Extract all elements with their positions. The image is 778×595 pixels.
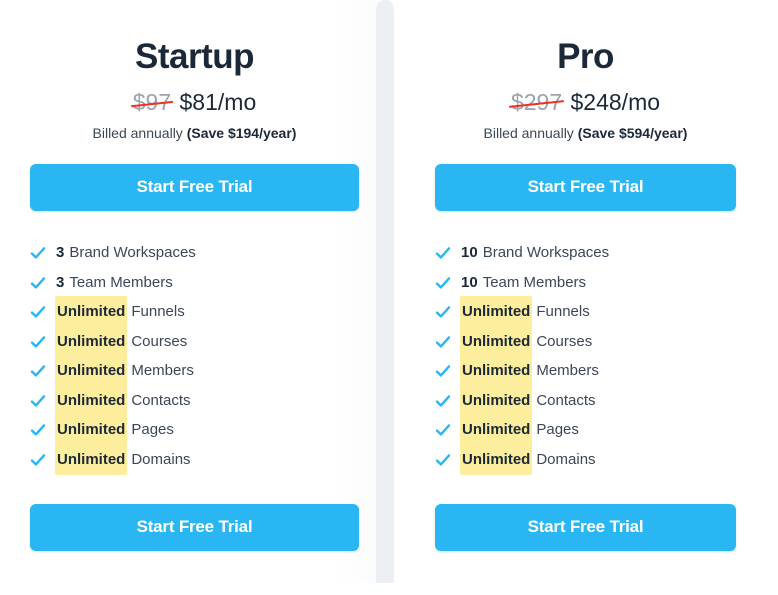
list-item: Unlimited Contacts	[435, 385, 736, 416]
feature-quantity: 10	[461, 273, 478, 291]
plan-name: Pro	[557, 37, 614, 76]
billed-annually-text: Billed annually	[483, 124, 574, 141]
feature-quantity: 3	[56, 244, 65, 262]
billed-annually-text: Billed annually	[92, 124, 183, 141]
plan-columns: Startup $97 $81/mo Billed annually (Save…	[0, 0, 778, 595]
feature-label: Team Members	[69, 273, 173, 291]
current-price: $81/mo	[179, 89, 257, 116]
plan-card-startup: Startup $97 $81/mo Billed annually (Save…	[0, 0, 389, 595]
start-free-trial-button-bottom[interactable]: Start Free Trial	[30, 504, 359, 551]
feature-label: Courses	[536, 332, 593, 350]
feature-label: Members	[536, 362, 599, 380]
feature-label: Contacts	[131, 391, 191, 409]
feature-quantity: Unlimited	[461, 356, 532, 386]
feature-quantity: Unlimited	[461, 297, 532, 327]
savings-text: (Save $194/year)	[186, 124, 297, 141]
list-item: Unlimited Pages	[435, 415, 736, 445]
feature-quantity: Unlimited	[56, 444, 127, 475]
list-item: Unlimited Pages	[30, 415, 359, 445]
feature-label: Contacts	[536, 391, 596, 409]
check-icon	[30, 452, 46, 468]
list-item: Unlimited Funnels	[30, 297, 359, 327]
feature-quantity: Unlimited	[56, 356, 127, 386]
feature-quantity: Unlimited	[56, 326, 127, 357]
feature-quantity: Unlimited	[461, 326, 532, 357]
feature-list: 10 Brand Workspaces 10 Team Members Unli…	[435, 238, 736, 475]
feature-quantity: Unlimited	[56, 415, 127, 445]
feature-label: Brand Workspaces	[482, 244, 610, 262]
check-icon	[30, 245, 46, 261]
check-icon	[30, 304, 46, 320]
bottom-cta-container: Start Free Trial	[435, 504, 736, 595]
start-free-trial-button-top[interactable]: Start Free Trial	[435, 164, 736, 212]
list-item: Unlimited Funnels	[435, 297, 736, 327]
list-item: 10 Brand Workspaces	[435, 238, 736, 268]
check-icon	[435, 275, 451, 291]
original-price: $97	[130, 89, 174, 116]
check-icon	[30, 275, 46, 291]
savings-text: (Save $594/year)	[577, 124, 688, 141]
feature-label: Pages	[131, 421, 174, 439]
list-item: Unlimited Domains	[30, 444, 359, 475]
billing-note: Billed annually (Save $594/year)	[435, 125, 736, 142]
check-icon	[435, 393, 451, 409]
feature-quantity: Unlimited	[56, 385, 127, 416]
check-icon	[435, 452, 451, 468]
check-icon	[435, 363, 451, 379]
feature-label: Team Members	[482, 273, 587, 291]
check-icon	[435, 334, 451, 350]
list-item: Unlimited Courses	[30, 326, 359, 357]
start-free-trial-button-bottom[interactable]: Start Free Trial	[435, 504, 736, 551]
list-item: 3 Brand Workspaces	[30, 238, 359, 268]
original-price: $297	[508, 89, 565, 116]
plan-name: Startup	[135, 37, 255, 76]
feature-quantity: Unlimited	[461, 415, 532, 445]
check-icon	[30, 422, 46, 438]
feature-label: Domains	[131, 450, 191, 468]
feature-label: Funnels	[536, 303, 590, 321]
bottom-cta-container: Start Free Trial	[30, 504, 359, 595]
feature-quantity: Unlimited	[461, 444, 532, 475]
check-icon	[435, 245, 451, 261]
feature-quantity: 10	[461, 244, 478, 262]
list-item: Unlimited Members	[30, 356, 359, 386]
list-item: Unlimited Contacts	[30, 385, 359, 416]
check-icon	[435, 422, 451, 438]
check-icon	[435, 304, 451, 320]
check-icon	[30, 334, 46, 350]
billing-note: Billed annually (Save $194/year)	[30, 125, 359, 142]
start-free-trial-button-top[interactable]: Start Free Trial	[30, 164, 359, 212]
list-item: Unlimited Domains	[435, 444, 736, 475]
feature-label: Courses	[131, 332, 188, 350]
feature-label: Members	[131, 362, 194, 380]
feature-quantity: Unlimited	[461, 385, 532, 416]
current-price: $248/mo	[570, 89, 661, 116]
check-icon	[30, 393, 46, 409]
list-item: 10 Team Members	[435, 268, 736, 298]
price-row: $97 $81/mo	[30, 90, 359, 115]
feature-label: Funnels	[131, 303, 185, 321]
price-row: $297 $248/mo	[435, 90, 736, 115]
feature-quantity: Unlimited	[56, 297, 127, 327]
feature-label: Brand Workspaces	[69, 244, 196, 262]
plan-card-pro: Pro $297 $248/mo Billed annually (Save $…	[389, 0, 778, 595]
pricing-table: Startup $97 $81/mo Billed annually (Save…	[0, 0, 778, 595]
feature-label: Domains	[536, 450, 596, 468]
feature-quantity: 3	[56, 273, 65, 291]
check-icon	[30, 363, 46, 379]
list-item: Unlimited Members	[435, 356, 736, 386]
list-item: 3 Team Members	[30, 268, 359, 298]
list-item: Unlimited Courses	[435, 326, 736, 357]
feature-label: Pages	[536, 421, 579, 439]
feature-list: 3 Brand Workspaces 3 Team Members Unlimi…	[30, 238, 359, 475]
